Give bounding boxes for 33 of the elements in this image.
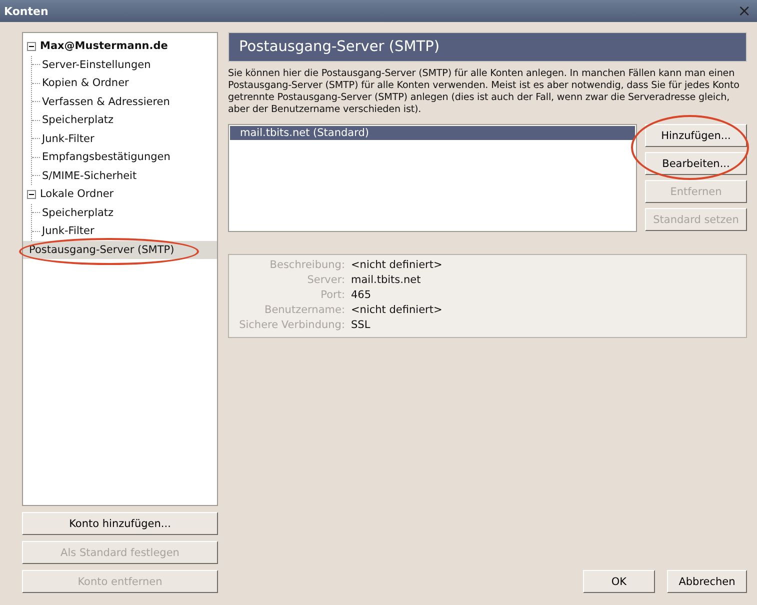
- tree-item[interactable]: Postausgang-Server (SMTP): [23, 240, 217, 259]
- account-button[interactable]: Konto hinzufügen...: [22, 512, 218, 535]
- tree-item[interactable]: Server-Einstellungen: [40, 58, 153, 72]
- server-item[interactable]: mail.tbits.net (Standard): [230, 126, 635, 140]
- tree-item[interactable]: Speicherplatz: [40, 206, 116, 220]
- tree-item[interactable]: Lokale Ordner: [38, 187, 116, 202]
- collapse-icon[interactable]: [27, 190, 36, 199]
- detail-value: <nicht definiert>: [351, 304, 444, 316]
- detail-label: Port:: [320, 289, 345, 301]
- tree-item[interactable]: Kopien & Ordner: [40, 76, 131, 90]
- tree-item[interactable]: S/MIME-Sicherheit: [40, 168, 139, 183]
- description-text: Sie können hier die Postausgang-Server (SMTP) für alle Konten anlegen. In manchen Fällen kann man einen Postausgang-Server (SMTP) für alle Konten verwenden. Meist ist es aber notwendig, dass Sie für jedes Konto getrennte Postausgang-Server (SMTP) anlegen (dies ist auch der Fall, wenn zwar die Serveradresse gleich, aber der Benutzername verschieden ist).: [228, 68, 740, 116]
- detail-label: Benutzername:: [263, 304, 345, 316]
- tree-item[interactable]: Junk-Filter: [40, 132, 96, 146]
- detail-label: Sichere Verbindung:: [238, 319, 345, 331]
- ok-button[interactable]: OK: [583, 570, 655, 593]
- tree-item[interactable]: Verfassen & Adressieren: [40, 94, 172, 109]
- tree-item[interactable]: Speicherplatz: [40, 113, 116, 128]
- window-title: Konten: [4, 4, 48, 18]
- detail-value: 465: [351, 289, 372, 301]
- tree-item[interactable]: Empfangsbestätigungen: [40, 150, 172, 164]
- cancel-button[interactable]: Abbrechen: [667, 570, 747, 593]
- tree-item[interactable]: Junk-Filter: [40, 224, 96, 238]
- panel-title: Postausgang-Server (SMTP): [228, 32, 747, 62]
- server-button[interactable]: Bearbeiten...: [645, 152, 747, 175]
- detail-value: SSL: [351, 319, 372, 331]
- detail-value: <nicht definiert>: [351, 259, 444, 271]
- server-button[interactable]: Hinzufügen...: [645, 124, 747, 147]
- tree-item[interactable]: Max@Mustermann.de: [38, 39, 170, 54]
- detail-label: Server:: [306, 274, 345, 286]
- detail-value: mail.tbits.net: [351, 274, 422, 286]
- collapse-icon[interactable]: [27, 42, 36, 51]
- detail-label: Beschreibung:: [268, 259, 345, 271]
